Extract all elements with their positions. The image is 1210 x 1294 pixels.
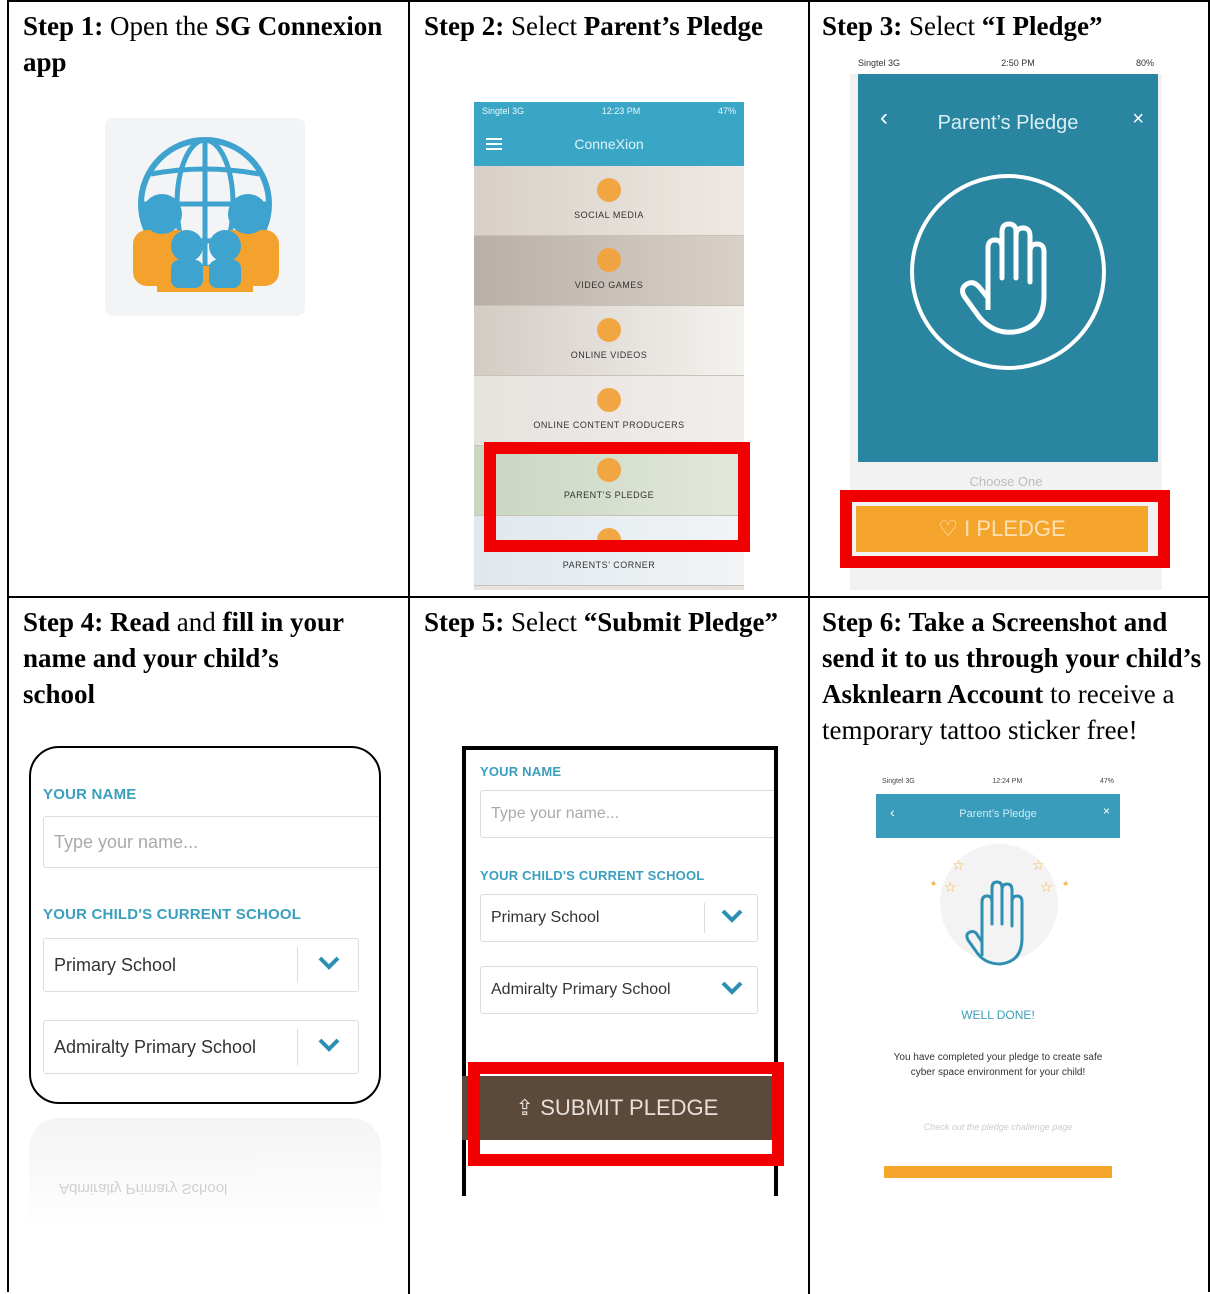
svg-text:☆: ☆	[1040, 879, 1053, 895]
name-label: YOUR NAME	[480, 764, 562, 779]
well-done-heading: WELL DONE!	[961, 1008, 1035, 1022]
step-1-cell: Step 1: Open the SG Connexion app	[9, 2, 408, 596]
chevron-down-icon	[721, 909, 743, 923]
app-title: ConneXion	[574, 136, 644, 152]
highlight-box	[484, 442, 750, 552]
step-3-text: Step 3: Select “I Pledge”	[822, 11, 1103, 41]
svg-text:☆: ☆	[1032, 857, 1045, 873]
mic-icon	[597, 388, 621, 412]
step-2-cell: Step 2: Select Parent’s Pledge Singtel 3…	[410, 2, 808, 596]
step-number: Step 2:	[424, 11, 505, 41]
step-3-cell: Step 3: Select “I Pledge” Singtel 3G 2:5…	[810, 2, 1208, 596]
share-icon	[597, 178, 621, 202]
close-icon[interactable]: ×	[1103, 804, 1110, 818]
choose-one-text: Choose One	[969, 474, 1043, 489]
well-done-screenshot: Singtel 3G 12:24 PM 47% ‹ Parent’s Pledg…	[876, 774, 1120, 1204]
school-level-select[interactable]: Primary School	[43, 938, 359, 992]
step-5-cell: Step 5: Select “Submit Pledge” YOUR NAME…	[410, 598, 808, 1294]
svg-text:☆: ☆	[952, 857, 965, 873]
screen-title: Parent’s Pledge	[937, 112, 1079, 134]
step-number: Step 6:	[822, 607, 903, 637]
step-number: Step 5:	[424, 607, 505, 637]
chevron-down-icon	[721, 981, 743, 995]
raised-hand-icon	[960, 221, 1047, 335]
status-bar: Singtel 3G 2:50 PM 80%	[850, 54, 1162, 74]
status-bar: Singtel 3G 12:24 PM 47%	[876, 774, 1120, 794]
step-number: Step 3:	[822, 11, 903, 41]
menu-item-online-videos[interactable]: ONLINE VIDEOS	[474, 306, 744, 376]
raised-hand-stars-icon: ☆ ☆ ★ ☆ ☆ ★	[930, 857, 1069, 966]
svg-text:★: ★	[1062, 879, 1069, 888]
instruction-table: Step 1: Open the SG Connexion app Step 2…	[7, 0, 1210, 1294]
challenge-page-link[interactable]: Check out the pledge challenge page	[876, 1122, 1120, 1132]
completion-message: You have completed your pledge to create…	[893, 1052, 1103, 1078]
app-header: ‹ Parent’s Pledge ×	[876, 794, 1120, 838]
hand-circle	[910, 174, 1106, 370]
step-6-text: Step 6: Take a Screenshot and send it to…	[822, 607, 1202, 745]
menu-item-online-content-producers[interactable]: ONLINE CONTENT PRODUCERS	[474, 376, 744, 446]
name-input[interactable]: Type your name...	[43, 816, 379, 868]
school-label: YOUR CHILD'S CURRENT SCHOOL	[43, 906, 302, 923]
globe-family-icon	[133, 137, 279, 292]
step-6-cell: Step 6: Take a Screenshot and send it to…	[810, 598, 1208, 1294]
screen-title: Parent’s Pledge	[959, 808, 1037, 820]
gamepad-icon	[597, 248, 621, 272]
app-header: ConneXion	[474, 124, 744, 166]
play-icon	[597, 318, 621, 342]
step-4-text: Step 4: Read and fill in your name and y…	[23, 607, 344, 709]
svg-text:★: ★	[930, 879, 937, 888]
school-level-select[interactable]: Primary School	[480, 894, 758, 942]
svg-text:☆: ☆	[944, 879, 957, 895]
step-4-cell: Step 4: Read and fill in your name and y…	[9, 598, 408, 1294]
orange-button-bar[interactable]	[884, 1166, 1112, 1178]
step-1-text: Step 1: Open the SG Connexion app	[23, 11, 383, 77]
chevron-down-icon	[318, 956, 340, 970]
step-number: Step 1:	[23, 11, 104, 41]
pledge-form: YOUR NAME Type your name... YOUR CHILD'S…	[29, 746, 381, 1104]
menu-item-social-media[interactable]: SOCIAL MEDIA	[474, 166, 744, 236]
menu-item-video-games[interactable]: VIDEO GAMES	[474, 236, 744, 306]
school-name-select[interactable]: Admiralty Primary School	[480, 966, 758, 1014]
step-5-text: Step 5: Select “Submit Pledge”	[424, 607, 778, 637]
form-reflection: Admiralty Primary School	[29, 1118, 381, 1228]
sg-connexion-app-icon[interactable]	[105, 118, 305, 316]
chevron-down-icon	[318, 1038, 340, 1052]
school-name-select[interactable]: Admiralty Primary School	[43, 1020, 359, 1074]
name-input[interactable]: Type your name...	[480, 790, 774, 838]
highlight-box	[840, 490, 1170, 568]
highlight-box	[468, 1062, 784, 1166]
status-bar: Singtel 3G 12:23 PM 47%	[474, 102, 744, 124]
step-2-text: Step 2: Select Parent’s Pledge	[424, 11, 763, 41]
close-icon[interactable]: ×	[1132, 108, 1144, 131]
school-label: YOUR CHILD'S CURRENT SCHOOL	[480, 868, 705, 883]
step-number: Step 4:	[23, 607, 104, 637]
name-label: YOUR NAME	[43, 786, 137, 803]
pledge-hero: ‹ Parent’s Pledge ×	[858, 74, 1158, 462]
